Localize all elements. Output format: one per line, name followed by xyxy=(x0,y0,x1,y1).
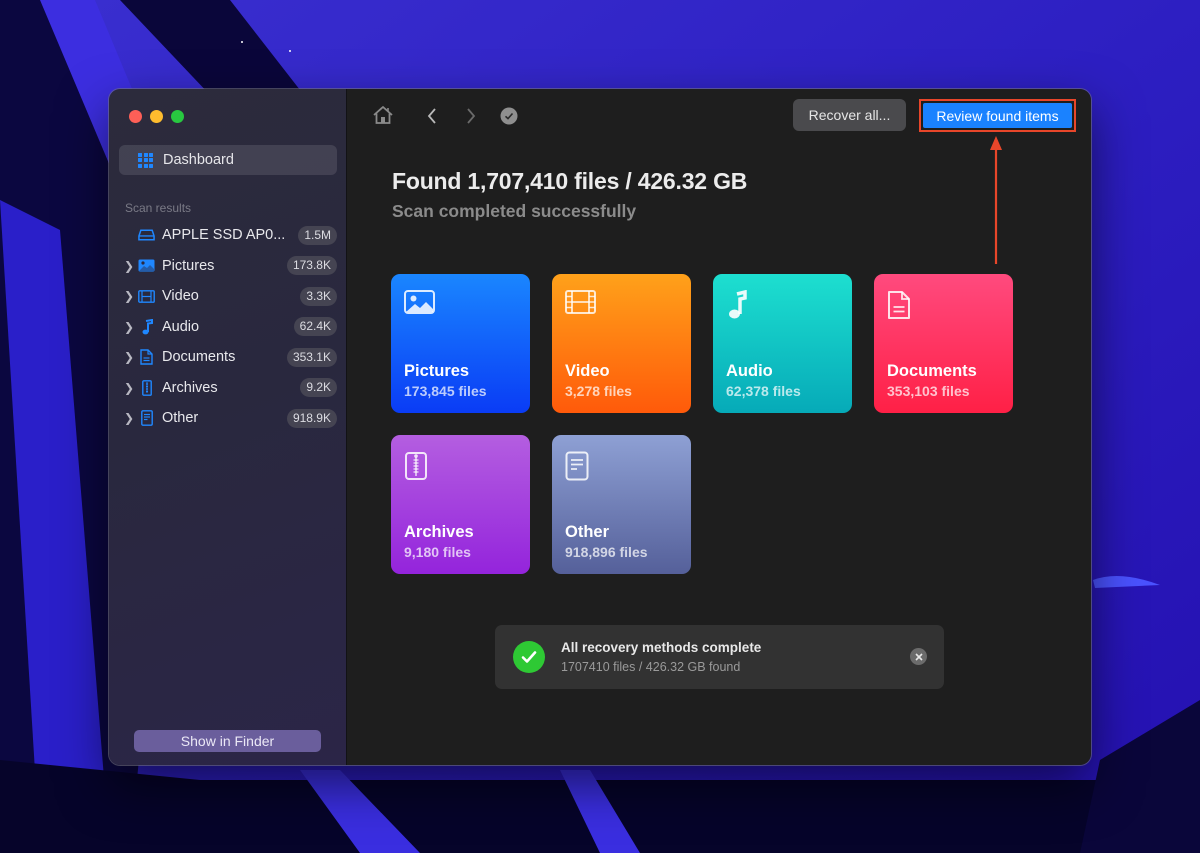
category-name: Audio xyxy=(726,362,773,380)
sidebar-item-label: Other xyxy=(162,410,199,427)
category-tile-archives[interactable]: Archives 9,180 files xyxy=(391,435,530,574)
picture-icon xyxy=(404,290,435,319)
category-name: Pictures xyxy=(404,362,470,380)
sidebar-item-label: Audio xyxy=(162,318,200,335)
success-check-icon xyxy=(513,641,545,673)
category-tile-other[interactable]: Other 918,896 files xyxy=(552,435,691,574)
count-badge: 353.1K xyxy=(286,347,337,367)
chevron-right-icon[interactable]: ❯ xyxy=(124,411,134,425)
category-name: Archives xyxy=(404,523,474,541)
category-tile-documents[interactable]: Documents 353,103 files xyxy=(874,274,1013,413)
archive-icon xyxy=(138,379,155,396)
count-badge: 9.2K xyxy=(300,378,337,398)
maximize-window-button[interactable] xyxy=(171,110,184,123)
chevron-right-icon[interactable]: ❯ xyxy=(124,350,134,364)
music-note-icon xyxy=(138,318,155,335)
sidebar-item-pictures[interactable]: ❯ Pictures 173.8K xyxy=(109,251,347,282)
sidebar-item-documents[interactable]: ❯ Documents 353.1K xyxy=(109,342,347,373)
completion-notification: All recovery methods complete 1707410 fi… xyxy=(495,625,944,689)
other-file-icon xyxy=(565,451,589,486)
category-name: Documents xyxy=(887,362,977,380)
drive-icon xyxy=(138,227,155,244)
category-name: Video xyxy=(565,362,610,380)
chevron-right-icon[interactable]: ❯ xyxy=(124,381,134,395)
close-icon[interactable] xyxy=(910,648,927,665)
film-icon xyxy=(565,290,596,319)
count-badge: 918.9K xyxy=(286,408,337,428)
app-window: Dashboard Scan results APPLE SSD AP0... … xyxy=(109,89,1091,765)
sidebar-item-dashboard[interactable]: Dashboard xyxy=(119,145,337,175)
sidebar-item-archives[interactable]: ❯ Archives 9.2K xyxy=(109,373,347,404)
sidebar-item-label: Video xyxy=(162,288,199,305)
chevron-right-icon[interactable]: ❯ xyxy=(124,289,134,303)
sidebar-item-label: Documents xyxy=(162,349,236,366)
review-found-items-button[interactable]: Review found items xyxy=(923,103,1072,128)
sidebar-item-label: APPLE SSD AP0... xyxy=(162,227,286,244)
sidebar-item-audio[interactable]: ❯ Audio 62.4K xyxy=(109,312,347,343)
grid-icon xyxy=(138,152,153,168)
document-icon xyxy=(138,349,155,366)
main-content: Recover all... Review found items Found … xyxy=(347,89,1091,765)
home-icon[interactable] xyxy=(372,105,394,125)
sidebar-item-label: Pictures xyxy=(162,257,215,274)
notification-title: All recovery methods complete xyxy=(561,640,762,655)
picture-icon xyxy=(138,257,155,274)
count-badge: 1.5M xyxy=(298,225,337,245)
scan-status-text: Scan completed successfully xyxy=(392,201,637,221)
category-file-count: 62,378 files xyxy=(726,383,801,399)
recover-all-button[interactable]: Recover all... xyxy=(793,99,906,131)
film-icon xyxy=(138,288,155,305)
sidebar: Dashboard Scan results APPLE SSD AP0... … xyxy=(109,89,347,765)
scan-results-heading: Scan results xyxy=(125,201,192,215)
category-tile-pictures[interactable]: Pictures 173,845 files xyxy=(391,274,530,413)
window-controls xyxy=(129,110,184,123)
category-tile-video[interactable]: Video 3,278 files xyxy=(552,274,691,413)
category-file-count: 9,180 files xyxy=(404,544,471,560)
sidebar-item-drive[interactable]: APPLE SSD AP0... 1.5M xyxy=(109,220,347,251)
annotation-arrow-icon xyxy=(988,134,1004,271)
minimize-window-button[interactable] xyxy=(150,110,163,123)
scan-results-list: APPLE SSD AP0... 1.5M ❯ Pictures 173.8K … xyxy=(109,220,347,434)
check-circle-icon xyxy=(500,107,518,125)
category-tile-audio[interactable]: Audio 62,378 files xyxy=(713,274,852,413)
sidebar-item-video[interactable]: ❯ Video 3.3K xyxy=(109,281,347,312)
chevron-right-icon[interactable] xyxy=(465,107,477,125)
sidebar-item-label: Archives xyxy=(162,379,218,396)
chevron-right-icon[interactable]: ❯ xyxy=(124,259,134,273)
category-file-count: 918,896 files xyxy=(565,544,648,560)
category-file-count: 173,845 files xyxy=(404,383,487,399)
notification-detail: 1707410 files / 426.32 GB found xyxy=(561,660,741,674)
sidebar-item-other[interactable]: ❯ Other 918.9K xyxy=(109,403,347,434)
count-badge: 62.4K xyxy=(293,317,337,337)
category-name: Other xyxy=(565,523,610,541)
chevron-right-icon[interactable]: ❯ xyxy=(124,320,134,334)
count-badge: 3.3K xyxy=(300,286,337,306)
annotation-highlight-box: Review found items xyxy=(919,99,1076,132)
chevron-left-icon[interactable] xyxy=(426,107,438,125)
music-note-icon xyxy=(726,289,748,325)
count-badge: 173.8K xyxy=(286,256,337,276)
show-in-finder-button[interactable]: Show in Finder xyxy=(134,730,321,752)
archive-icon xyxy=(404,451,428,486)
other-file-icon xyxy=(138,410,155,427)
sidebar-item-label: Dashboard xyxy=(163,152,234,168)
scan-summary-headline: Found 1,707,410 files / 426.32 GB xyxy=(392,168,748,194)
close-window-button[interactable] xyxy=(129,110,142,123)
category-file-count: 3,278 files xyxy=(565,383,632,399)
category-file-count: 353,103 files xyxy=(887,383,970,399)
document-icon xyxy=(887,290,911,325)
